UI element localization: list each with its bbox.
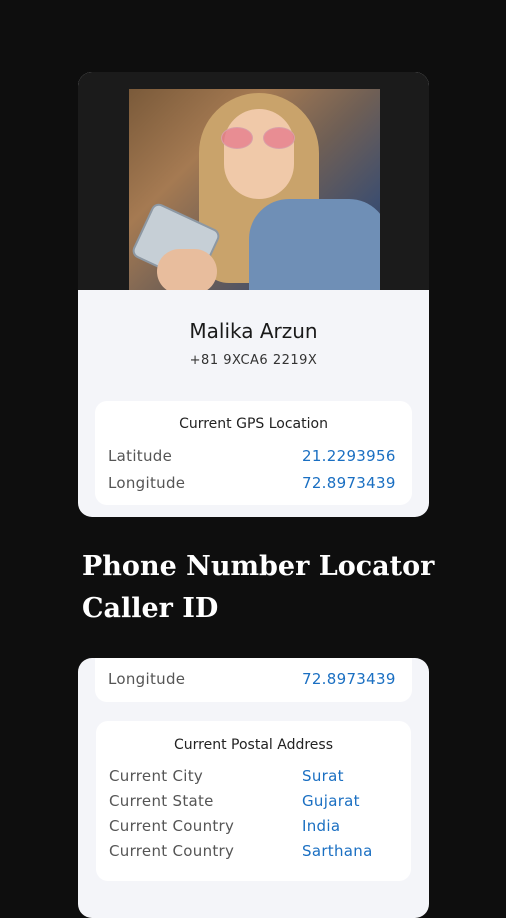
longitude-value: 72.8973439 (302, 670, 396, 688)
photo-band (78, 72, 429, 290)
address-card: Longitude 72.8973439 Current Postal Addr… (78, 658, 429, 918)
state-label: Current State (109, 792, 214, 810)
postal-address-panel: Current Postal Address Current City Sura… (96, 721, 411, 881)
postal-address-title: Current Postal Address (174, 737, 333, 753)
country-value-2: Sarthana (302, 842, 373, 860)
promo-headline: Phone Number Locator Caller ID (82, 546, 482, 630)
latitude-value: 21.2293956 (302, 447, 396, 465)
longitude-label: Longitude (108, 670, 186, 688)
gps-location-title: Current GPS Location (179, 416, 328, 432)
city-value: Surat (302, 767, 344, 785)
state-value: Gujarat (302, 792, 360, 810)
city-label: Current City (109, 767, 204, 785)
country-label: Current Country (109, 817, 235, 835)
profile-photo (129, 89, 380, 290)
longitude-value: 72.8973439 (302, 474, 396, 492)
caller-profile-card: Malika Arzun +81 9XCA6 2219X Current GPS… (78, 72, 429, 517)
headline-line-1: Phone Number Locator (82, 551, 435, 582)
country-label-2: Current Country (109, 842, 235, 860)
gps-location-panel-partial: Longitude 72.8973439 (95, 658, 412, 702)
caller-phone-number: +81 9XCA6 2219X (189, 353, 318, 368)
country-value: India (302, 817, 341, 835)
latitude-label: Latitude (108, 447, 173, 465)
longitude-label: Longitude (108, 474, 186, 492)
gps-location-panel: Current GPS Location Latitude 21.2293956… (95, 401, 412, 505)
caller-name: Malika Arzun (189, 319, 318, 343)
headline-line-2: Caller ID (82, 593, 219, 624)
